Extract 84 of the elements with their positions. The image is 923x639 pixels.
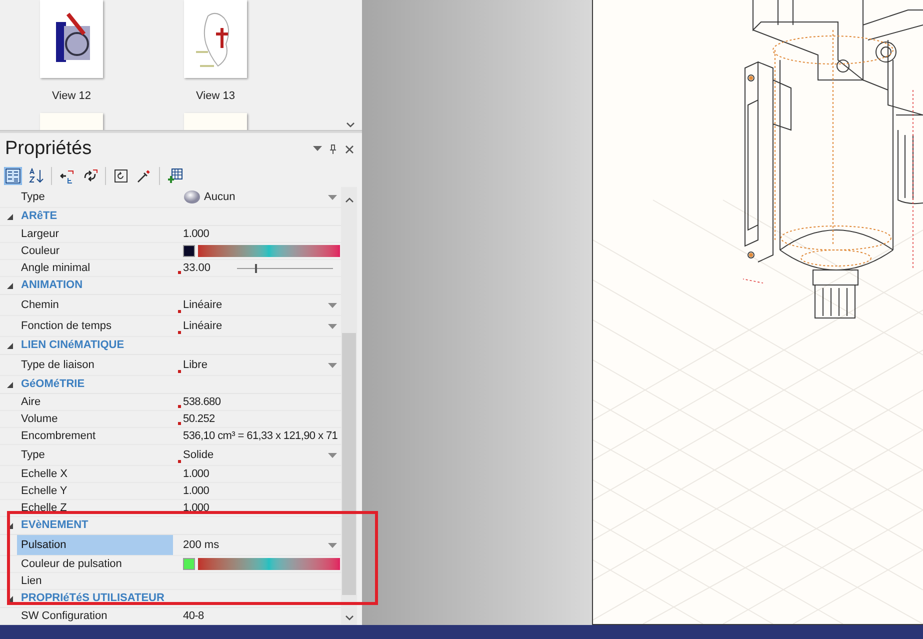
pin-icon[interactable] [329,144,337,154]
property-name[interactable]: Pulsation [17,535,173,555]
color-swatch[interactable] [183,245,195,257]
scroll-down-icon[interactable] [346,122,355,128]
dropdown-field[interactable]: 200 ms [183,535,341,555]
collapse-arrow-icon[interactable] [7,522,13,528]
property-name[interactable]: Couleur de pulsation [17,556,173,572]
property-value: 1.000 [183,484,210,499]
category-label: GéOMéTRIE [21,377,85,392]
dropdown-field[interactable]: Linéaire [183,316,341,336]
property-value: 40-8 [183,608,204,624]
property-name[interactable]: Volume [17,411,173,427]
property-name[interactable]: Fonction de temps [17,316,173,336]
property-name[interactable]: Encombrement [17,428,173,444]
property-name[interactable]: Type [17,187,173,207]
eyedropper-icon [136,168,152,184]
category-label: LIEN CINéMATIQUE [21,338,124,354]
collapse-icon [59,168,75,184]
property-name[interactable]: Type [17,445,173,465]
reset-icon [113,168,129,184]
collapse-arrow-icon[interactable] [7,214,13,220]
color-spectrum[interactable] [198,558,340,570]
property-value: 1.000 [183,226,210,242]
category-label: ANIMATION [21,278,83,294]
collapse-arrow-icon[interactable] [7,596,13,602]
add-table-button[interactable] [166,167,184,185]
property-value: 1.000 [183,500,210,516]
property-name[interactable]: Largeur [17,226,173,242]
close-icon[interactable] [345,144,354,154]
dropdown-caret-icon[interactable] [328,362,337,368]
reset-button[interactable] [112,167,130,185]
property-name[interactable]: Echelle X [17,466,173,482]
add-table-icon [167,168,183,184]
view-thumbnail[interactable] [184,112,247,130]
property-name[interactable]: Angle minimal [17,260,173,276]
categorized-button[interactable] [4,167,22,185]
property-value: 50.252 [183,412,215,427]
view-label: View 13 [196,89,235,104]
scrollbar-thumb[interactable] [342,333,356,595]
property-name[interactable]: Aire [17,394,173,410]
scroll-down-icon[interactable] [344,615,354,621]
dropdown-caret-icon[interactable] [328,324,337,328]
view-thumbnail[interactable] [40,112,103,130]
property-name[interactable]: Type de liaison [17,355,173,375]
property-value: 1.000 [183,466,210,482]
collapse-arrow-icon[interactable] [7,282,13,288]
collapse-arrow-icon[interactable] [7,342,13,348]
category-label: ARêTE [21,209,58,224]
dropdown-caret-icon[interactable] [328,452,337,458]
collapse-arrow-icon[interactable] [7,382,13,388]
property-value: 536,10 cm³ = 61,33 x 121,90 x 71 [183,428,338,444]
property-value: 538.680 [183,394,221,410]
panel-title: Propriétés [5,136,93,161]
category-label: PROPRIéTéS UTILISATEUR [21,591,164,606]
dropdown-field[interactable]: Libre [183,355,341,375]
property-name[interactable]: Echelle Y [17,483,173,499]
sphere-icon [183,190,201,204]
dropdown-caret-icon[interactable] [328,194,337,200]
dropdown-caret-icon[interactable] [328,302,337,308]
color-swatch[interactable] [183,558,195,570]
expand-icon [82,168,98,184]
property-name[interactable]: Lien [17,573,173,589]
dropdown-field[interactable]: Solide [183,445,341,465]
property-name[interactable]: Couleur [17,243,173,259]
categorized-icon [5,168,21,184]
slider-thumb[interactable] [254,264,257,272]
view-thumbnail[interactable] [40,0,103,78]
color-spectrum[interactable] [198,245,340,257]
alphabetical-icon [28,168,44,184]
property-name[interactable]: SW Configuration [17,608,173,624]
dropdown-field[interactable]: Aucun [183,187,341,207]
property-name[interactable]: Chemin [17,295,173,315]
alphabetical-button[interactable] [27,167,45,185]
slider[interactable] [237,264,333,272]
view-thumbnail[interactable] [184,0,247,78]
scroll-up-icon[interactable] [344,197,354,203]
dropdown-caret-icon[interactable] [328,542,337,548]
dropdown-field[interactable]: Linéaire [183,295,341,315]
property-value: 33.00 [183,260,212,276]
dropdown-icon[interactable] [313,146,322,152]
category-label: EVèNEMENT [21,518,88,534]
property-name[interactable]: Echelle Z [17,500,173,516]
view-label: View 12 [52,89,91,104]
scrollbar[interactable] [341,187,357,625]
